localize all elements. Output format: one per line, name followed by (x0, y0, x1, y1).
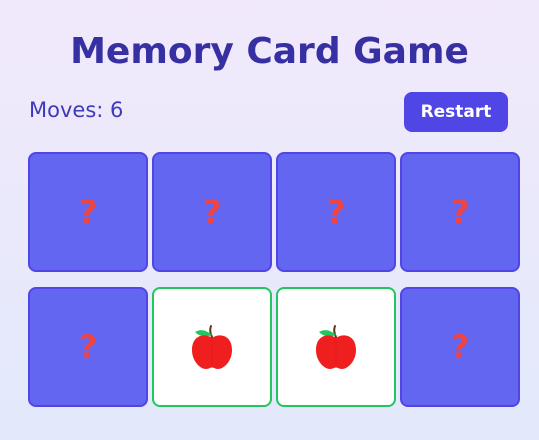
question-mark-icon: ? (78, 328, 98, 366)
question-mark-icon: ? (326, 193, 346, 231)
restart-button[interactable]: Restart (404, 92, 508, 132)
card-4[interactable]: ? (400, 152, 520, 272)
card-7[interactable] (276, 287, 396, 407)
card-8[interactable]: ? (400, 287, 520, 407)
question-mark-icon: ? (202, 193, 222, 231)
card-6[interactable] (152, 287, 272, 407)
card-3[interactable]: ? (276, 152, 396, 272)
apple-icon (312, 323, 360, 371)
question-mark-icon: ? (78, 193, 98, 231)
card-2[interactable]: ? (152, 152, 272, 272)
question-mark-icon: ? (450, 193, 470, 231)
page-title: Memory Card Game (70, 31, 469, 72)
card-5[interactable]: ? (28, 287, 148, 407)
card-grid: ? ? ? ? ? ? (28, 152, 520, 407)
card-1[interactable]: ? (28, 152, 148, 272)
apple-icon (188, 323, 236, 371)
question-mark-icon: ? (450, 328, 470, 366)
moves-counter: Moves: 6 (29, 98, 124, 122)
